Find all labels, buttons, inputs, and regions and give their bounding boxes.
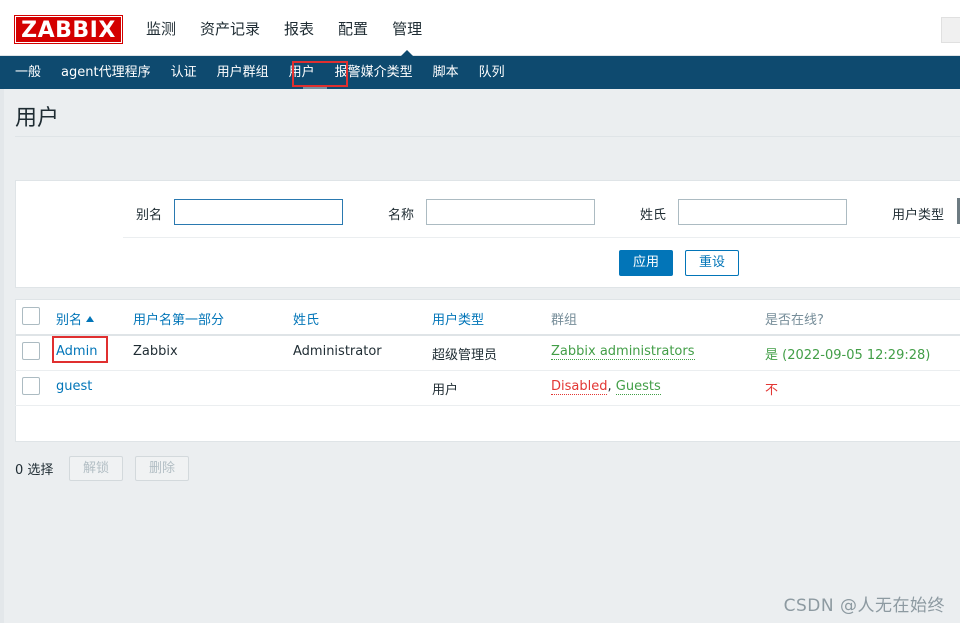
menu-configuration[interactable]: 配置 xyxy=(326,0,380,56)
header-divider xyxy=(15,334,960,336)
left-edge xyxy=(0,89,4,623)
submenu-users[interactable]: 用户 xyxy=(279,56,325,89)
apply-button[interactable]: 应用 xyxy=(619,250,673,276)
menu-reports[interactable]: 报表 xyxy=(272,0,326,56)
row-checkbox[interactable] xyxy=(22,342,40,360)
main-menu: 监测 资产记录 报表 配置 管理 xyxy=(134,0,434,56)
filter-name-input[interactable] xyxy=(426,199,595,225)
user-type: 用户 xyxy=(432,383,459,398)
online-status: 是 (2022-09-05 12:29:28) xyxy=(765,348,931,363)
user-surname: Administrator xyxy=(293,344,382,359)
user-alias-link[interactable]: Admin xyxy=(56,344,97,359)
filter-alias-input[interactable] xyxy=(174,199,343,225)
page-title: 用户 xyxy=(15,106,60,131)
submenu-scripts[interactable]: 脚本 xyxy=(423,56,469,89)
title-divider xyxy=(15,136,960,137)
unblock-button[interactable]: 解锁 xyxy=(69,456,123,481)
search-input[interactable] xyxy=(941,17,960,43)
reset-button[interactable]: 重设 xyxy=(685,250,739,276)
user-group-link[interactable]: Guests xyxy=(615,379,661,395)
group-separator: , xyxy=(607,379,612,394)
col-header-online: 是否在线? xyxy=(765,313,824,328)
submenu-general[interactable]: 一般 xyxy=(0,56,51,89)
col-header-usertype[interactable]: 用户类型 xyxy=(432,309,484,328)
top-header: ZABBIX 监测 资产记录 报表 配置 管理 xyxy=(0,0,960,56)
row-checkbox[interactable] xyxy=(22,377,40,395)
user-group-disabled-link[interactable]: Disabled xyxy=(551,379,608,395)
row-divider xyxy=(15,405,960,406)
select-all-checkbox[interactable] xyxy=(22,307,40,325)
filter-usertype-label: 用户类型 xyxy=(892,208,945,223)
user-type: 超级管理员 xyxy=(432,348,498,363)
user-name: Zabbix xyxy=(133,344,178,359)
filter-surname-input[interactable] xyxy=(678,199,847,225)
menu-monitoring[interactable]: 监测 xyxy=(134,0,188,56)
user-groups: Disabled, Guests xyxy=(551,379,661,395)
user-alias-link[interactable]: guest xyxy=(56,379,92,394)
menu-administration[interactable]: 管理 xyxy=(380,0,434,56)
filter-panel xyxy=(15,180,960,288)
menu-inventory[interactable]: 资产记录 xyxy=(188,0,272,56)
watermark: CSDN @人无在始终 xyxy=(783,596,945,616)
submenu-queue[interactable]: 队列 xyxy=(469,56,515,89)
filter-divider xyxy=(123,237,960,238)
col-header-name[interactable]: 用户名第一部分 xyxy=(133,309,224,328)
filter-surname-label: 姓氏 xyxy=(640,208,667,223)
online-status: 不 xyxy=(765,383,779,398)
user-group-link[interactable]: Zabbix administrators xyxy=(551,344,695,360)
col-header-alias[interactable]: 别名 xyxy=(56,309,95,328)
submenu-selected-indicator xyxy=(303,86,327,89)
filter-name-label: 名称 xyxy=(388,208,415,223)
zabbix-logo[interactable]: ZABBIX xyxy=(14,15,123,44)
submenu-proxies[interactable]: agent代理程序 xyxy=(51,56,161,89)
submenu: 一般 agent代理程序 认证 用户群组 用户 报警媒介类型 脚本 队列 xyxy=(0,56,960,89)
col-header-alias-label: 别名 xyxy=(56,313,83,328)
delete-button[interactable]: 删除 xyxy=(135,456,189,481)
filter-alias-label: 别名 xyxy=(136,208,163,223)
submenu-media-types[interactable]: 报警媒介类型 xyxy=(325,56,423,89)
selected-count: 0 选择 xyxy=(15,463,54,478)
sort-ascending-icon xyxy=(86,316,95,322)
submenu-authentication[interactable]: 认证 xyxy=(161,56,207,89)
col-header-groups: 群组 xyxy=(551,313,578,328)
row-divider xyxy=(15,370,960,371)
col-header-surname[interactable]: 姓氏 xyxy=(293,309,319,328)
submenu-user-groups[interactable]: 用户群组 xyxy=(207,56,279,89)
